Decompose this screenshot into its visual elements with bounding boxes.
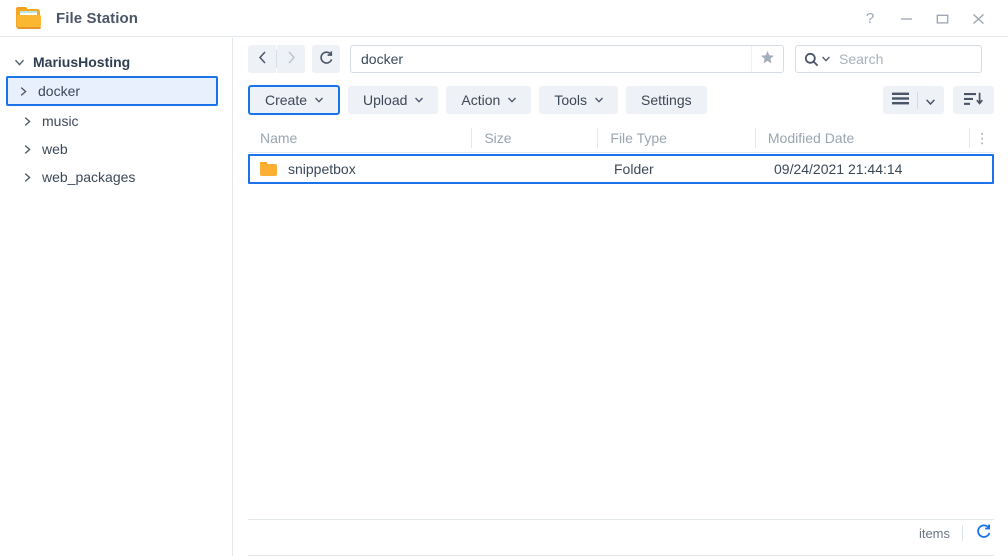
chevron-down-icon[interactable]	[926, 92, 935, 108]
sidebar: MariusHosting docker music web web_packa	[0, 38, 233, 556]
sidebar-item-label: music	[42, 113, 79, 129]
refresh-icon	[318, 50, 334, 69]
chevron-down-icon	[415, 96, 424, 105]
cell-size	[476, 156, 604, 182]
action-button[interactable]: Action	[446, 86, 532, 114]
table-row[interactable]: snippetbox Folder 09/24/2021 21:44:14	[248, 154, 994, 184]
tools-button-label: Tools	[554, 92, 588, 108]
title-bar: File Station ?	[0, 0, 1008, 37]
sidebar-item-web-packages[interactable]: web_packages	[8, 164, 220, 190]
star-icon	[760, 50, 775, 69]
forward-button[interactable]	[277, 45, 305, 73]
view-button-divider	[917, 91, 918, 109]
column-header-file-type[interactable]: File Type	[598, 127, 756, 149]
column-header-file-type-label: File Type	[610, 130, 667, 146]
toolbar-right-group	[883, 86, 994, 114]
search-box[interactable]	[795, 45, 982, 73]
chevron-right-icon[interactable]	[16, 86, 30, 96]
refresh-button[interactable]	[312, 45, 340, 73]
status-divider	[962, 525, 963, 541]
maximize-icon	[936, 13, 949, 25]
column-options-button[interactable]: ⋮	[970, 127, 994, 149]
create-button[interactable]: Create	[248, 85, 341, 115]
main-panel: Create Upload Action Tools	[234, 38, 1008, 556]
column-header-name[interactable]: Name	[248, 127, 473, 149]
settings-button-label: Settings	[641, 92, 692, 108]
sort-descending-icon	[964, 92, 983, 109]
help-icon: ?	[865, 10, 875, 27]
chevron-down-icon	[508, 96, 517, 105]
minimize-icon	[900, 13, 913, 25]
search-icon	[804, 52, 819, 67]
refresh-icon	[975, 523, 992, 543]
favorite-button[interactable]	[751, 46, 783, 72]
more-options-icon: ⋮	[975, 129, 990, 146]
sidebar-item-docker[interactable]: docker	[6, 76, 218, 106]
sort-order-button[interactable]	[953, 86, 994, 114]
status-bar: items	[248, 519, 994, 546]
column-header-modified-date-label: Modified Date	[767, 130, 855, 146]
chevron-down-icon[interactable]	[12, 59, 26, 66]
list-view-icon	[892, 92, 909, 108]
toolbar: Create Upload Action Tools Settings	[234, 80, 1008, 120]
chevron-right-icon[interactable]	[20, 172, 34, 182]
chevron-left-icon	[258, 51, 267, 67]
sidebar-item-label: web_packages	[42, 169, 136, 185]
folder-icon	[260, 162, 277, 176]
column-header-modified-date[interactable]: Modified Date	[756, 127, 971, 149]
status-items-label: items	[918, 525, 950, 541]
action-button-label: Action	[461, 92, 501, 108]
settings-button[interactable]: Settings	[626, 86, 707, 114]
chevron-right-icon[interactable]	[20, 116, 34, 126]
chevron-down-icon	[315, 96, 324, 105]
window-controls: ?	[854, 0, 1008, 37]
back-button[interactable]	[248, 45, 276, 73]
maximize-button[interactable]	[926, 4, 958, 34]
cell-file-type: Folder	[614, 161, 654, 177]
file-name-label: snippetbox	[288, 161, 356, 177]
search-input[interactable]	[837, 50, 973, 68]
column-header-size[interactable]: Size	[472, 127, 599, 149]
create-button-label: Create	[265, 92, 308, 108]
help-button[interactable]: ?	[854, 4, 886, 34]
file-list: Name Size File Type Modified Date ⋮ snip…	[248, 124, 994, 520]
column-header-name-label: Name	[260, 130, 298, 146]
sidebar-root-mariushosting[interactable]: MariusHosting	[0, 50, 232, 74]
cell-modified-date: 09/24/2021 21:44:14	[774, 161, 903, 177]
view-mode-button[interactable]	[883, 86, 944, 114]
path-bar	[350, 45, 784, 73]
sidebar-item-web[interactable]: web	[8, 136, 220, 162]
upload-button-label: Upload	[363, 92, 408, 108]
column-header-size-label: Size	[484, 130, 512, 146]
sidebar-item-label: docker	[38, 83, 81, 99]
cell-name: snippetbox	[250, 156, 476, 182]
file-station-window: File Station ? MariusHosting docker musi…	[0, 0, 1008, 556]
chevron-down-icon	[595, 96, 603, 105]
tools-button[interactable]: Tools	[539, 86, 619, 114]
sidebar-root-label: MariusHosting	[33, 54, 131, 70]
minimize-button[interactable]	[890, 4, 922, 34]
search-filter-caret-icon[interactable]	[822, 55, 830, 64]
navigation-bar	[234, 38, 1008, 80]
chevron-right-icon[interactable]	[20, 144, 34, 154]
app-title: File Station	[56, 9, 139, 27]
upload-button[interactable]: Upload	[348, 86, 439, 114]
path-input[interactable]	[350, 45, 784, 73]
sidebar-item-music[interactable]: music	[8, 108, 220, 134]
close-button[interactable]	[962, 4, 994, 34]
folder-icon	[16, 7, 42, 29]
close-icon	[972, 13, 985, 25]
sidebar-item-label: web	[42, 141, 68, 157]
chevron-right-icon	[287, 51, 296, 67]
status-refresh-button[interactable]	[975, 523, 992, 543]
column-headers: Name Size File Type Modified Date ⋮	[248, 124, 994, 153]
